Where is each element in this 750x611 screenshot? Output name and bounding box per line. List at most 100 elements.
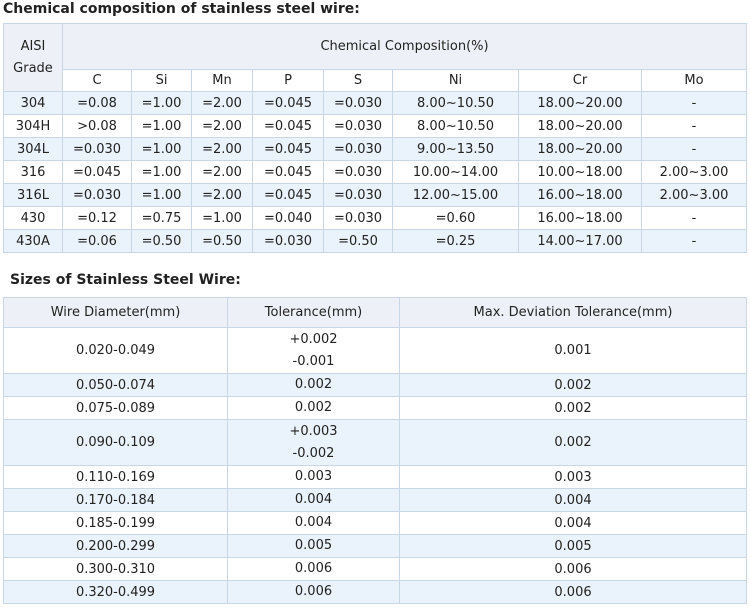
max-deviation-cell: 0.006 <box>399 580 747 604</box>
aisi-grade-header-line2: Grade <box>13 60 53 76</box>
composition-cell: =0.030 <box>323 183 393 207</box>
composition-cell: =0.030 <box>323 91 393 115</box>
composition-cell: =1.00 <box>131 183 192 207</box>
table-row: 316L =0.030 =1.00 =2.00 =0.045 =0.030 12.00~15… <box>3 183 748 207</box>
table-row: 0.020-0.049 +0.002 -0.001 0.001 <box>3 327 747 374</box>
composition-cell: 12.00~15.00 <box>392 183 519 207</box>
composition-cell: =0.030 <box>62 183 132 207</box>
composition-cell: 2.00~3.00 <box>640 160 748 184</box>
chemical-composition-header: Chemical Composition(%) <box>61 23 748 70</box>
composition-cell: =0.25 <box>392 229 519 253</box>
tolerance-header: Tolerance(mm) <box>227 297 400 328</box>
composition-cell: - <box>640 229 748 253</box>
diameter-cell: 0.300-0.310 <box>3 557 228 581</box>
table-row: 0.185-0.199 0.004 0.004 <box>3 511 747 535</box>
table-row: 430 =0.12 =0.75 =1.00 =0.040 =0.030 =0.60 16.00… <box>3 206 748 230</box>
composition-cell: - <box>640 114 748 138</box>
max-deviation-cell: 0.002 <box>399 396 747 420</box>
diameter-cell: 0.110-0.169 <box>3 465 228 489</box>
composition-cell: =0.12 <box>62 206 132 230</box>
composition-cell: =0.75 <box>131 206 192 230</box>
composition-cell: =0.045 <box>62 160 132 184</box>
tolerance-value: 0.002 <box>294 377 333 392</box>
composition-cell: 18.00~20.00 <box>518 91 642 115</box>
element-header: Ni <box>392 69 519 92</box>
max-deviation-cell: 0.003 <box>399 465 747 489</box>
max-deviation-cell: 0.001 <box>399 327 747 374</box>
composition-cell: 2.00~3.00 <box>640 183 748 207</box>
composition-cell: 16.00~18.00 <box>518 206 642 230</box>
composition-cell: =0.50 <box>191 229 253 253</box>
tolerance-cell: 0.004 <box>227 511 400 535</box>
composition-cell: 14.00~17.00 <box>518 229 642 253</box>
table-row: 0.300-0.310 0.006 0.006 <box>3 557 747 581</box>
table-row: 304 =0.08 =1.00 =2.00 =0.045 =0.030 8.00~10.50… <box>3 91 748 115</box>
max-deviation-cell: 0.006 <box>399 557 747 581</box>
table-row: 0.050-0.074 0.002 0.002 <box>3 373 747 397</box>
grade-cell: 430A <box>3 229 63 253</box>
element-header: Si <box>131 69 192 92</box>
tolerance-cell: 0.005 <box>227 534 400 558</box>
composition-cell: =0.030 <box>62 137 132 161</box>
chemical-composition-table: AISI Grade Chemical Composition(%) C Si Mn… <box>3 23 748 253</box>
composition-cell: =1.00 <box>131 137 192 161</box>
diameter-cell: 0.020-0.049 <box>3 327 228 374</box>
grade-cell: 304L <box>3 137 63 161</box>
chem-section-heading: Chemical composition of stainless steel … <box>3 1 360 17</box>
wire-diameter-header: Wire Diameter(mm) <box>3 297 228 328</box>
diameter-cell: 0.200-0.299 <box>3 534 228 558</box>
table-row: 304L =0.030 =1.00 =2.00 =0.045 =0.030 9.00~13.… <box>3 137 748 161</box>
element-header: Mo <box>640 69 748 92</box>
diameter-cell: 0.090-0.109 <box>3 419 228 466</box>
table-row: 0.110-0.169 0.003 0.003 <box>3 465 747 489</box>
table-row: 316 =0.045 =1.00 =2.00 =0.045 =0.030 10.00~14.… <box>3 160 748 184</box>
aisi-grade-header-line1: AISI <box>20 38 46 54</box>
composition-cell: =0.045 <box>252 183 324 207</box>
composition-cell: 18.00~20.00 <box>518 137 642 161</box>
composition-cell: 10.00~18.00 <box>518 160 642 184</box>
tolerance-value: -0.002 <box>292 445 335 461</box>
composition-cell: =0.030 <box>323 114 393 138</box>
element-header: Cr <box>518 69 642 92</box>
composition-cell: 10.00~14.00 <box>392 160 519 184</box>
composition-cell: =2.00 <box>191 183 253 207</box>
tolerance-cell: +0.003 -0.002 <box>227 419 400 466</box>
tolerance-value: +0.003 <box>289 423 338 439</box>
diameter-cell: 0.185-0.199 <box>3 511 228 535</box>
composition-cell: =0.50 <box>131 229 192 253</box>
table-row: 0.320-0.499 0.006 0.006 <box>3 580 747 604</box>
composition-cell: =0.045 <box>252 114 324 138</box>
max-deviation-cell: 0.002 <box>399 419 747 466</box>
element-header: Mn <box>191 69 253 92</box>
sizes-section-heading: Sizes of Stainless Steel Wire: <box>10 272 241 288</box>
max-deviation-header: Max. Deviation Tolerance(mm) <box>399 297 747 328</box>
tolerance-value: -0.001 <box>292 353 335 369</box>
table-row: 0.075-0.089 0.002 0.002 <box>3 396 747 420</box>
composition-cell: >0.08 <box>62 114 132 138</box>
composition-cell: =0.045 <box>252 160 324 184</box>
composition-cell: =0.50 <box>323 229 393 253</box>
tolerance-cell: 0.006 <box>227 557 400 581</box>
composition-cell: - <box>640 91 748 115</box>
composition-cell: =0.045 <box>252 91 324 115</box>
composition-cell: =2.00 <box>191 114 253 138</box>
composition-cell: =2.00 <box>191 160 253 184</box>
tolerance-value: +0.002 <box>289 331 338 347</box>
diameter-cell: 0.170-0.184 <box>3 488 228 512</box>
max-deviation-cell: 0.005 <box>399 534 747 558</box>
tolerance-cell: 0.002 <box>227 373 400 397</box>
composition-cell: =1.00 <box>131 114 192 138</box>
diameter-cell: 0.075-0.089 <box>3 396 228 420</box>
diameter-cell: 0.320-0.499 <box>3 580 228 604</box>
tolerance-cell: +0.002 -0.001 <box>227 327 400 374</box>
wire-sizes-table: Wire Diameter(mm) Tolerance(mm) Max. Dev… <box>3 297 747 604</box>
max-deviation-cell: 0.002 <box>399 373 747 397</box>
composition-cell: =1.00 <box>191 206 253 230</box>
composition-cell: 9.00~13.50 <box>392 137 519 161</box>
composition-cell: =0.040 <box>252 206 324 230</box>
composition-cell: - <box>640 206 748 230</box>
max-deviation-cell: 0.004 <box>399 488 747 512</box>
tolerance-cell: 0.003 <box>227 465 400 489</box>
tolerance-value: 0.006 <box>294 561 333 576</box>
composition-cell: =0.08 <box>62 91 132 115</box>
